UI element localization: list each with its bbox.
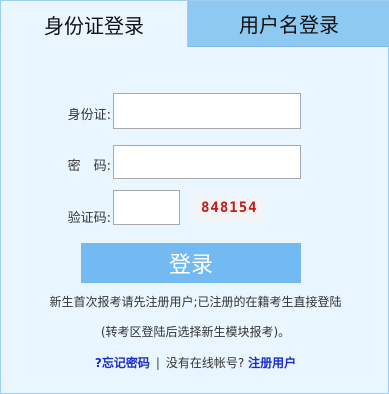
captcha-input[interactable]: [113, 190, 180, 225]
login-tabs: 身份证登录 用户名登录: [1, 1, 389, 47]
tab-username-login[interactable]: 用户名登录: [188, 1, 389, 47]
no-account-text: 没有在线帐号?: [165, 356, 245, 370]
captcha-image[interactable]: 848154: [193, 196, 263, 222]
id-card-input[interactable]: [113, 93, 301, 129]
id-card-label: 身份证:: [67, 108, 111, 123]
forgot-password-link[interactable]: ?忘记密码: [95, 356, 150, 370]
register-notice-line2: (转考区登陆后选择新生模块报考)。: [100, 325, 291, 339]
register-notice-line1: 新生首次报考请先注册用户;已注册的在籍考生直接登陆: [49, 295, 342, 309]
captcha-label: 验证码:: [67, 211, 111, 226]
link-separator: |: [155, 356, 160, 370]
tab-id-card-login[interactable]: 身份证登录: [1, 1, 188, 47]
login-button[interactable]: 登录: [81, 243, 301, 283]
captcha-code: 848154: [201, 200, 258, 216]
password-label: 密 码:: [67, 159, 111, 174]
login-panel: 身份证登录 用户名登录 身份证: 密 码: 验证码: 848154 登录 新生首…: [0, 0, 389, 394]
password-input[interactable]: [113, 145, 301, 179]
account-links: ?忘记密码 | 没有在线帐号? 注册用户: [1, 354, 389, 371]
register-link[interactable]: 注册用户: [248, 356, 296, 370]
